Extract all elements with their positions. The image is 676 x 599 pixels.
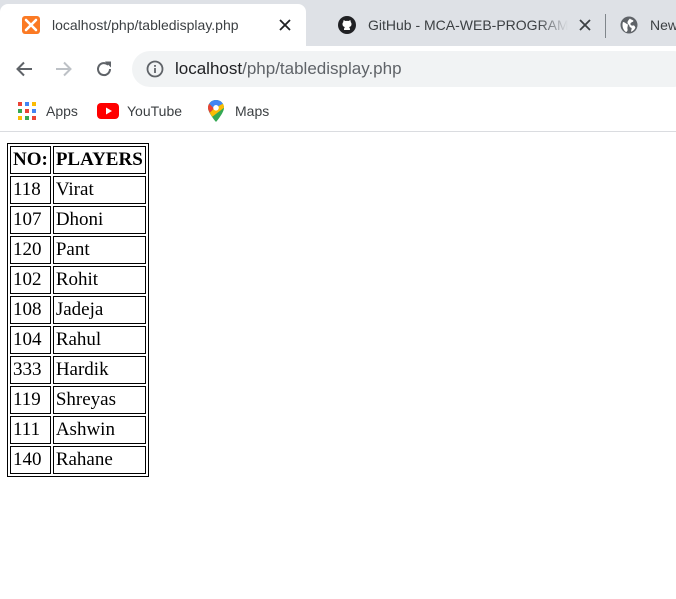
player-number: 120	[10, 236, 51, 264]
player-number: 333	[10, 356, 51, 384]
xampp-icon	[22, 16, 40, 34]
url-path: /php/tabledisplay.php	[242, 59, 402, 78]
player-name: Rahane	[52, 446, 146, 474]
arrow-left-icon	[16, 61, 32, 77]
close-tab-icon[interactable]	[276, 16, 294, 34]
globe-icon	[620, 16, 638, 34]
player-name: Virat	[52, 176, 146, 204]
bookmark-label: YouTube	[127, 103, 183, 119]
table-row: 111 Ashwin	[10, 416, 146, 444]
table-row: 119 Shreyas	[10, 386, 146, 414]
player-name: Hardik	[52, 356, 146, 384]
tab-title: New	[650, 17, 676, 33]
close-tab-icon[interactable]	[576, 16, 594, 34]
forward-button[interactable]	[49, 54, 79, 84]
maps-pin-icon	[205, 100, 227, 122]
tab-separator	[605, 14, 606, 38]
table-row: 333 Hardik	[10, 356, 146, 384]
player-number: 108	[10, 296, 51, 324]
github-icon	[338, 16, 356, 34]
player-name: Jadeja	[52, 296, 146, 324]
player-number: 118	[10, 176, 51, 204]
bookmark-apps[interactable]: Apps	[16, 100, 78, 122]
info-icon[interactable]	[146, 60, 164, 78]
player-name: Rohit	[52, 266, 146, 294]
player-name: Pant	[52, 236, 146, 264]
column-header-no: NO:	[10, 146, 51, 174]
url-text: localhost/php/tabledisplay.php	[175, 59, 402, 79]
tab-title: localhost/php/tabledisplay.php	[52, 17, 239, 33]
table-row: 118 Virat	[10, 176, 146, 204]
arrow-right-icon	[56, 61, 72, 77]
table-row: 108 Jadeja	[10, 296, 146, 324]
player-name: Dhoni	[52, 206, 146, 234]
player-name: Rahul	[52, 326, 146, 354]
bookmark-youtube[interactable]: YouTube	[97, 100, 182, 122]
player-number: 104	[10, 326, 51, 354]
bookmarks-bar: Apps YouTube Maps	[0, 92, 676, 132]
players-table: NO: PLAYERS 118 Virat 107 Dhoni 120 Pant 10…	[7, 143, 149, 477]
back-button[interactable]	[9, 54, 39, 84]
player-number: 102	[10, 266, 51, 294]
player-name: Shreyas	[52, 386, 146, 414]
table-header-row: NO: PLAYERS	[10, 146, 146, 174]
reload-button[interactable]	[89, 54, 119, 84]
bookmark-maps[interactable]: Maps	[205, 100, 269, 122]
player-number: 140	[10, 446, 51, 474]
table-row: 107 Dhoni	[10, 206, 146, 234]
youtube-icon	[97, 101, 119, 121]
bookmark-label: Apps	[46, 103, 78, 119]
apps-grid-icon	[16, 101, 38, 121]
column-header-players: PLAYERS	[52, 146, 146, 174]
tab-title: GitHub - MCA-WEB-PROGRAMMING	[368, 17, 568, 33]
tab-github[interactable]: GitHub - MCA-WEB-PROGRAMMING	[316, 4, 606, 46]
toolbar: localhost/php/tabledisplay.php	[0, 46, 676, 92]
table-row: 104 Rahul	[10, 326, 146, 354]
table-row: 140 Rahane	[10, 446, 146, 474]
url-host: localhost	[175, 59, 243, 78]
page-content: NO: PLAYERS 118 Virat 107 Dhoni 120 Pant 10…	[0, 133, 676, 599]
bookmark-label: Maps	[235, 103, 270, 119]
tab-tabledisplay[interactable]: localhost/php/tabledisplay.php	[0, 4, 306, 46]
player-name: Ashwin	[52, 416, 146, 444]
player-number: 107	[10, 206, 51, 234]
tab-strip: localhost/php/tabledisplay.php GitHub - …	[0, 0, 676, 46]
table-row: 120 Pant	[10, 236, 146, 264]
tab-new[interactable]: New	[610, 4, 676, 46]
player-number: 111	[10, 416, 51, 444]
player-number: 119	[10, 386, 51, 414]
reload-icon	[97, 61, 112, 77]
address-bar[interactable]: localhost/php/tabledisplay.php	[132, 51, 676, 87]
table-row: 102 Rohit	[10, 266, 146, 294]
